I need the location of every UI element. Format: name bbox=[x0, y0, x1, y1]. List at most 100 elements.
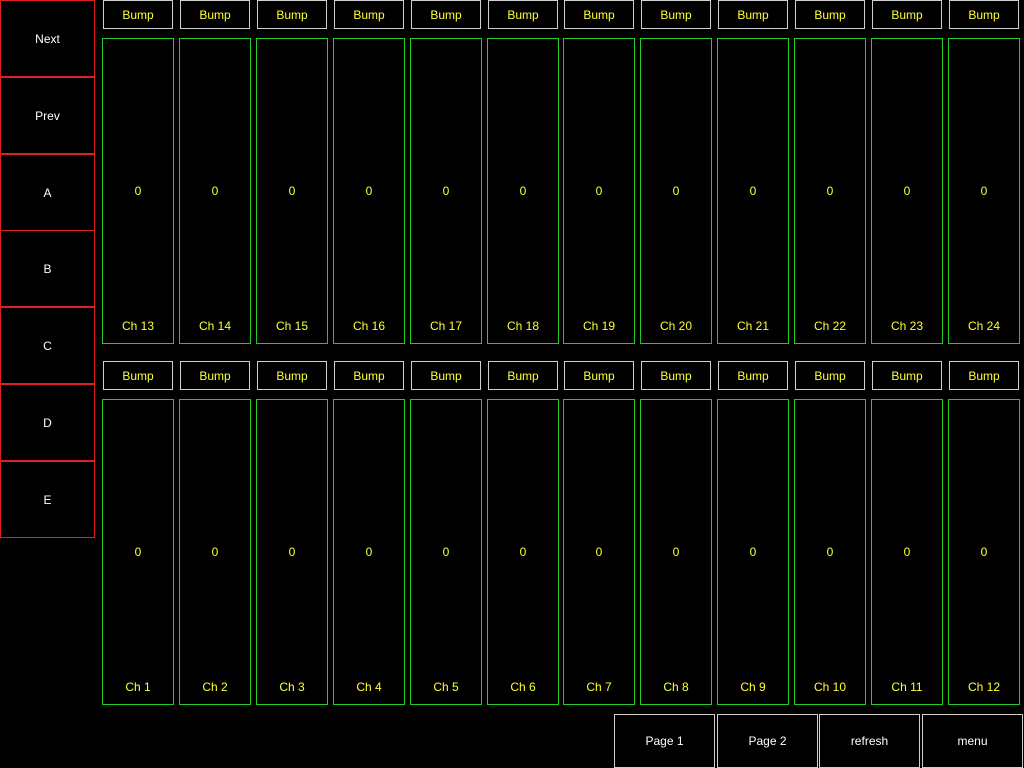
refresh-button[interactable]: refresh bbox=[819, 714, 920, 768]
bank-a-button[interactable]: A bbox=[0, 154, 95, 231]
channel-fader[interactable]: 0 Ch 7 bbox=[563, 399, 635, 705]
channel-fader[interactable]: 0 Ch 10 bbox=[794, 399, 866, 705]
channel-label: Ch 1 bbox=[125, 680, 151, 694]
bump-button[interactable]: Bump bbox=[795, 361, 865, 390]
bump-button[interactable]: Bump bbox=[641, 0, 711, 29]
bank-e-button[interactable]: E bbox=[0, 461, 95, 538]
channel-fader[interactable]: 0 Ch 16 bbox=[333, 38, 405, 344]
page-2-button[interactable]: Page 2 bbox=[717, 714, 818, 768]
bump-button[interactable]: Bump bbox=[949, 0, 1019, 29]
channel-fader[interactable]: 0 Ch 6 bbox=[487, 399, 559, 705]
channel-fader[interactable]: 0 Ch 24 bbox=[948, 38, 1020, 344]
bump-button[interactable]: Bump bbox=[488, 0, 558, 29]
channel-label: Ch 9 bbox=[740, 680, 766, 694]
bump-button[interactable]: Bump bbox=[411, 361, 481, 390]
channel-label: Ch 4 bbox=[356, 680, 382, 694]
fader-value: 0 bbox=[980, 545, 988, 559]
fader-value: 0 bbox=[519, 545, 527, 559]
bump-button[interactable]: Bump bbox=[795, 0, 865, 29]
fader-value: 0 bbox=[826, 545, 834, 559]
next-button[interactable]: Next bbox=[0, 0, 95, 77]
fader-value: 0 bbox=[980, 184, 988, 198]
channel-label: Ch 22 bbox=[813, 319, 847, 333]
channel-fader[interactable]: 0 Ch 1 bbox=[102, 399, 174, 705]
bump-button[interactable]: Bump bbox=[949, 361, 1019, 390]
channel-fader[interactable]: 0 Ch 19 bbox=[563, 38, 635, 344]
fader-value: 0 bbox=[595, 545, 603, 559]
bump-button[interactable]: Bump bbox=[334, 361, 404, 390]
bump-button[interactable]: Bump bbox=[488, 361, 558, 390]
channel-label: Ch 21 bbox=[736, 319, 770, 333]
channel-fader[interactable]: 0 Ch 3 bbox=[256, 399, 328, 705]
fader-value: 0 bbox=[365, 545, 373, 559]
channel-label: Ch 20 bbox=[659, 319, 693, 333]
bump-button[interactable]: Bump bbox=[180, 361, 250, 390]
fader-value: 0 bbox=[519, 184, 527, 198]
channel-label: Ch 8 bbox=[663, 680, 689, 694]
channel-label: Ch 3 bbox=[279, 680, 305, 694]
bump-button[interactable]: Bump bbox=[718, 361, 788, 390]
bump-button[interactable]: Bump bbox=[564, 361, 634, 390]
bump-button[interactable]: Bump bbox=[564, 0, 634, 29]
menu-button[interactable]: menu bbox=[922, 714, 1023, 768]
bump-button[interactable]: Bump bbox=[257, 361, 327, 390]
channel-fader[interactable]: 0 Ch 12 bbox=[948, 399, 1020, 705]
bump-button[interactable]: Bump bbox=[180, 0, 250, 29]
channel-fader[interactable]: 0 Ch 22 bbox=[794, 38, 866, 344]
channel-label: Ch 7 bbox=[586, 680, 612, 694]
fader-value: 0 bbox=[749, 184, 757, 198]
bump-button[interactable]: Bump bbox=[718, 0, 788, 29]
channel-fader[interactable]: 0 Ch 21 bbox=[717, 38, 789, 344]
page-1-button[interactable]: Page 1 bbox=[614, 714, 715, 768]
bump-button[interactable]: Bump bbox=[872, 361, 942, 390]
bump-button[interactable]: Bump bbox=[872, 0, 942, 29]
channel-fader[interactable]: 0 Ch 20 bbox=[640, 38, 712, 344]
bump-button[interactable]: Bump bbox=[641, 361, 711, 390]
bump-button[interactable]: Bump bbox=[411, 0, 481, 29]
channel-fader[interactable]: 0 Ch 9 bbox=[717, 399, 789, 705]
channel-label: Ch 14 bbox=[198, 319, 232, 333]
channel-fader[interactable]: 0 Ch 15 bbox=[256, 38, 328, 344]
channel-label: Ch 17 bbox=[429, 319, 463, 333]
channel-fader[interactable]: 0 Ch 14 bbox=[179, 38, 251, 344]
bump-button[interactable]: Bump bbox=[257, 0, 327, 29]
fader-value: 0 bbox=[672, 184, 680, 198]
channel-label: Ch 6 bbox=[510, 680, 536, 694]
fader-value: 0 bbox=[288, 184, 296, 198]
channel-fader[interactable]: 0 Ch 5 bbox=[410, 399, 482, 705]
fader-value: 0 bbox=[903, 184, 911, 198]
fader-value: 0 bbox=[134, 184, 142, 198]
channel-fader[interactable]: 0 Ch 2 bbox=[179, 399, 251, 705]
fader-value: 0 bbox=[442, 184, 450, 198]
fader-value: 0 bbox=[211, 184, 219, 198]
bump-button[interactable]: Bump bbox=[103, 0, 173, 29]
channel-fader[interactable]: 0 Ch 18 bbox=[487, 38, 559, 344]
prev-button[interactable]: Prev bbox=[0, 77, 95, 154]
channel-fader[interactable]: 0 Ch 13 bbox=[102, 38, 174, 344]
bump-button[interactable]: Bump bbox=[103, 361, 173, 390]
channel-label: Ch 13 bbox=[121, 319, 155, 333]
channel-fader[interactable]: 0 Ch 17 bbox=[410, 38, 482, 344]
channel-label: Ch 10 bbox=[813, 680, 847, 694]
bank-c-button[interactable]: C bbox=[0, 307, 95, 384]
fader-value: 0 bbox=[749, 545, 757, 559]
channel-label: Ch 24 bbox=[967, 319, 1001, 333]
fader-value: 0 bbox=[595, 184, 603, 198]
fader-value: 0 bbox=[672, 545, 680, 559]
channel-label: Ch 16 bbox=[352, 319, 386, 333]
channel-fader[interactable]: 0 Ch 23 bbox=[871, 38, 943, 344]
channel-fader[interactable]: 0 Ch 4 bbox=[333, 399, 405, 705]
bank-b-button[interactable]: B bbox=[0, 230, 95, 307]
channel-label: Ch 5 bbox=[433, 680, 459, 694]
channel-fader[interactable]: 0 Ch 11 bbox=[871, 399, 943, 705]
bump-button[interactable]: Bump bbox=[334, 0, 404, 29]
channel-label: Ch 19 bbox=[582, 319, 616, 333]
channel-label: Ch 15 bbox=[275, 319, 309, 333]
channel-label: Ch 23 bbox=[890, 319, 924, 333]
fader-value: 0 bbox=[365, 184, 373, 198]
channel-label: Ch 12 bbox=[967, 680, 1001, 694]
fader-value: 0 bbox=[134, 545, 142, 559]
bank-d-button[interactable]: D bbox=[0, 384, 95, 461]
fader-value: 0 bbox=[903, 545, 911, 559]
channel-fader[interactable]: 0 Ch 8 bbox=[640, 399, 712, 705]
